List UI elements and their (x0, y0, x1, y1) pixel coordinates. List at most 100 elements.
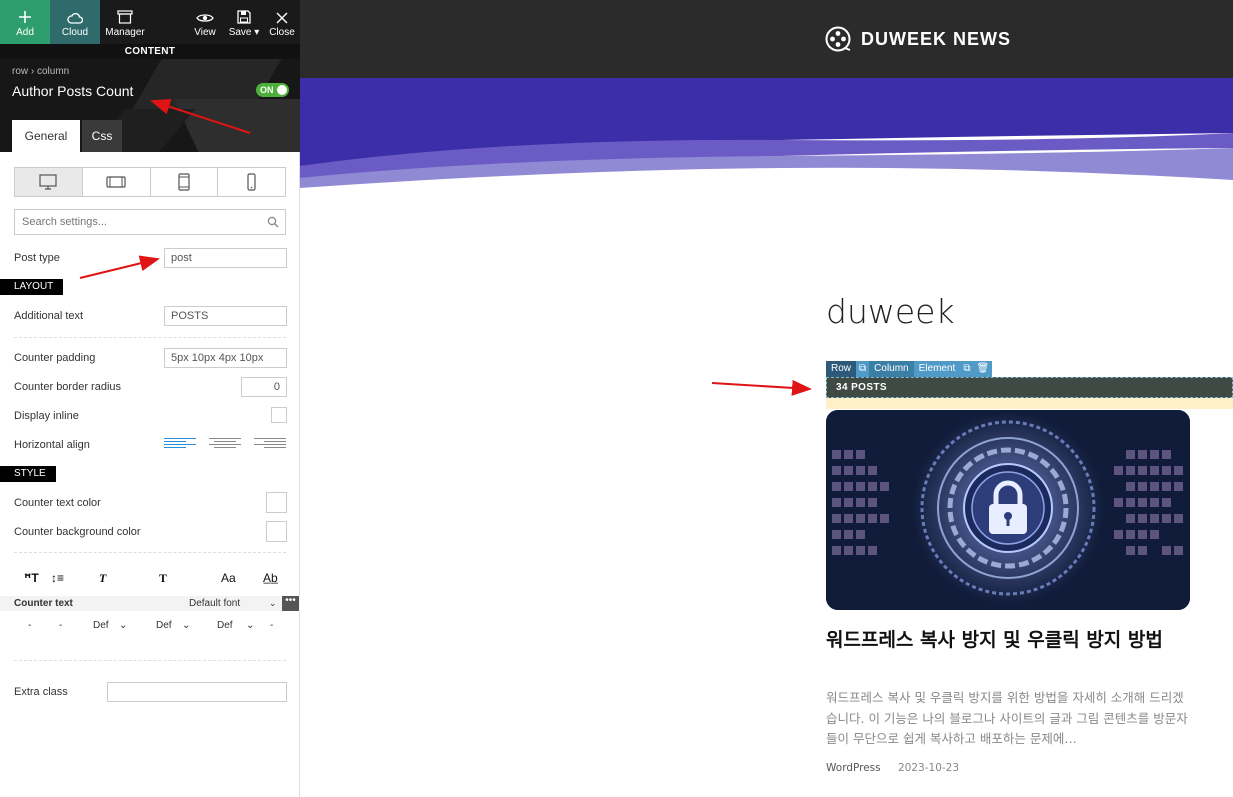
post-excerpt: 워드프레스 복사 및 우클릭 방지를 위한 방법을 자세히 소개해 드리겠습니다… (826, 690, 1188, 746)
align-center-icon[interactable] (209, 438, 241, 454)
settings-search-input[interactable] (15, 210, 255, 234)
post-date: 2023-10-23 (898, 762, 960, 774)
mobile-device-button[interactable] (218, 168, 285, 196)
counter-padding-label: Counter padding (14, 352, 96, 364)
display-inline-label: Display inline (14, 410, 79, 422)
edit-element-button[interactable]: Element (913, 361, 961, 377)
close-label: Close (269, 27, 295, 38)
desktop-device-button[interactable] (15, 168, 83, 196)
save-button[interactable]: Save ▾ (224, 0, 264, 44)
add-label: Add (16, 27, 34, 38)
counter-text-label: Counter text (14, 598, 73, 609)
manager-button[interactable]: Manager (100, 0, 150, 44)
tablet-landscape-icon (106, 176, 126, 188)
tablet-portrait-icon (178, 173, 190, 191)
post-category-link[interactable]: WordPress (826, 762, 881, 774)
counter-bg-color-picker[interactable] (266, 521, 287, 542)
font-family-select[interactable]: Default font (189, 598, 240, 609)
more-options-button[interactable]: ••• (282, 596, 299, 611)
divider (14, 337, 286, 338)
counter-padding-input[interactable]: 5px 10px 4px 10px (164, 348, 287, 368)
element-header: row › column Author Posts Count ON Gener… (0, 59, 300, 152)
font-size-value[interactable]: - (28, 620, 31, 631)
counter-text-typography-row: Counter text Default font ⌄ ••• (0, 596, 300, 611)
font-weight-value[interactable]: Def (156, 620, 172, 631)
breadcrumb[interactable]: row › column (12, 66, 69, 77)
post-type-label: Post type (14, 252, 60, 264)
manager-icon (117, 10, 133, 24)
extra-class-label: Extra class (14, 686, 68, 698)
counter-border-radius-input[interactable]: 0 (241, 377, 287, 397)
chevron-down-icon[interactable]: ⌄ (182, 620, 190, 631)
responsive-device-switcher (14, 167, 286, 197)
extra-class-input[interactable] (107, 682, 287, 702)
cloud-label: Cloud (61, 27, 89, 38)
layout-section-header: LAYOUT (0, 279, 64, 295)
divider (14, 552, 286, 553)
save-label: Save ▾ (228, 27, 260, 38)
manager-label: Manager (105, 27, 145, 38)
mobile-icon (247, 173, 256, 191)
site-logo[interactable]: DUWEEK NEWS (825, 26, 1011, 52)
line-height-value[interactable]: - (59, 620, 62, 631)
align-right-icon[interactable] (254, 438, 286, 454)
style-section-header: STYLE (0, 466, 56, 482)
counter-bg-color-label: Counter background color (14, 526, 141, 538)
text-transform-value[interactable]: Def (217, 620, 233, 631)
letter-spacing-value[interactable]: - (270, 620, 273, 631)
eye-icon (196, 14, 214, 22)
text-case-icon[interactable]: Aa (221, 571, 236, 585)
chevron-down-icon[interactable]: ⌄ (246, 620, 254, 631)
line-height-icon[interactable]: ↕≡ (51, 571, 64, 585)
copy-row-icon[interactable]: ⧉ (856, 361, 870, 377)
edit-row-button[interactable]: Row (826, 361, 857, 377)
post-type-input[interactable]: post (164, 248, 287, 268)
close-icon (276, 12, 288, 24)
counter-text-color-label: Counter text color (14, 497, 101, 509)
font-size-icon[interactable]: ꟸT (24, 571, 39, 585)
horizontal-align-label: Horizontal align (14, 439, 90, 451)
cloud-button[interactable]: Cloud (50, 0, 100, 44)
tablet-portrait-device-button[interactable] (151, 168, 219, 196)
copy-element-icon[interactable]: ⧉ (960, 361, 974, 377)
chevron-down-icon[interactable]: ⌄ (269, 598, 277, 609)
delete-element-icon[interactable]: 🗑 (973, 361, 993, 377)
additional-text-input[interactable]: POSTS (164, 306, 287, 326)
font-style-value[interactable]: Def (93, 620, 109, 631)
divider (14, 660, 286, 661)
site-name: DUWEEK NEWS (861, 28, 1011, 49)
tab-general[interactable]: General (12, 120, 80, 152)
align-left-icon[interactable] (164, 438, 196, 454)
view-button[interactable]: View (186, 0, 224, 44)
letter-spacing-icon[interactable]: A̲b̲ (263, 571, 278, 585)
annotation-arrow (711, 379, 812, 396)
element-edit-bar: Row ⧉ Column Element ⧉ 🗑 (826, 361, 993, 377)
save-text: Save (228, 27, 252, 38)
counter-border-radius-label: Counter border radius (14, 381, 122, 393)
content-bar: CONTENT (0, 44, 300, 59)
add-button[interactable]: Add (0, 0, 50, 44)
tab-css[interactable]: Css (82, 120, 122, 152)
film-reel-icon (825, 26, 851, 52)
italic-icon[interactable]: T (99, 571, 106, 586)
chevron-down-icon[interactable]: ⌄ (119, 620, 127, 631)
tablet-landscape-device-button[interactable] (83, 168, 151, 196)
selected-element-highlight: 34 POSTS (826, 377, 1233, 409)
close-button[interactable]: Close (264, 0, 300, 44)
desktop-icon (39, 174, 57, 190)
post-thumbnail[interactable] (826, 410, 1190, 610)
element-toggle[interactable]: ON (256, 83, 289, 97)
author-name-heading: duweek (826, 292, 955, 331)
view-label: View (194, 27, 216, 38)
counter-text-color-picker[interactable] (266, 492, 287, 513)
bold-icon[interactable]: T (159, 571, 167, 586)
author-posts-count-badge[interactable]: 34 POSTS (826, 377, 1233, 398)
post-title-link[interactable]: 워드프레스 복사 방지 및 우클릭 방지 방법 (826, 628, 1190, 653)
display-inline-checkbox[interactable] (271, 407, 287, 423)
toggle-knob (277, 85, 287, 95)
search-icon[interactable] (267, 216, 279, 228)
hero-banner (300, 78, 1233, 188)
element-settings-panel: Add Cloud Manager View Save ▾ Close CONT… (0, 0, 300, 797)
edit-column-button[interactable]: Column (869, 361, 914, 377)
